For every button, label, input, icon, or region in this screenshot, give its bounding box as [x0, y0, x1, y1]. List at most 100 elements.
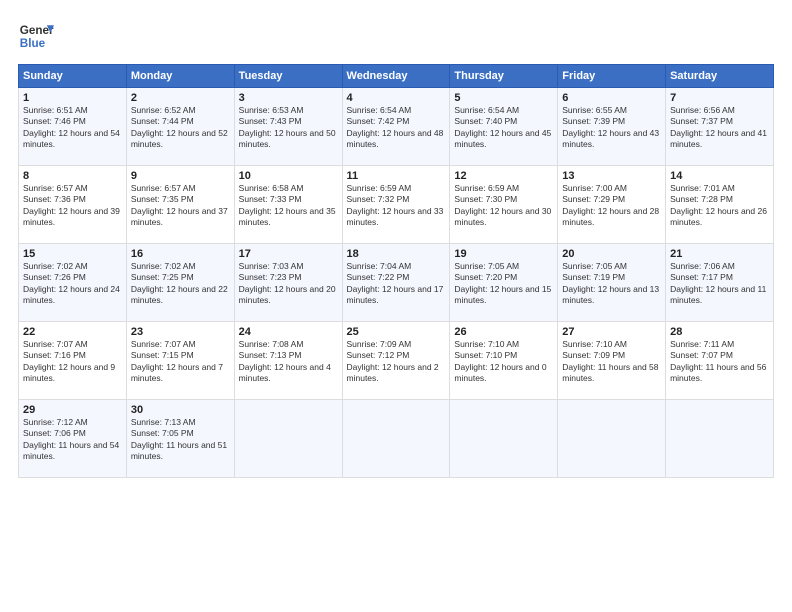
day-info: Sunrise: 7:04 AMSunset: 7:22 PMDaylight:… [347, 261, 446, 307]
calendar-cell: 13 Sunrise: 7:00 AMSunset: 7:29 PMDaylig… [558, 166, 666, 244]
day-info: Sunrise: 6:52 AMSunset: 7:44 PMDaylight:… [131, 105, 230, 151]
svg-text:Blue: Blue [20, 37, 46, 50]
day-info: Sunrise: 7:08 AMSunset: 7:13 PMDaylight:… [239, 339, 338, 385]
day-number: 10 [239, 170, 338, 182]
day-number: 30 [131, 404, 230, 416]
day-number: 22 [23, 326, 122, 338]
calendar-cell: 26 Sunrise: 7:10 AMSunset: 7:10 PMDaylig… [450, 322, 558, 400]
calendar-cell: 29 Sunrise: 7:12 AMSunset: 7:06 PMDaylig… [19, 400, 127, 478]
day-number: 27 [562, 326, 661, 338]
weekday-header-tuesday: Tuesday [234, 65, 342, 88]
day-info: Sunrise: 7:05 AMSunset: 7:20 PMDaylight:… [454, 261, 553, 307]
day-number: 14 [670, 170, 769, 182]
calendar-week-row: 29 Sunrise: 7:12 AMSunset: 7:06 PMDaylig… [19, 400, 774, 478]
calendar-cell: 21 Sunrise: 7:06 AMSunset: 7:17 PMDaylig… [666, 244, 774, 322]
day-number: 26 [454, 326, 553, 338]
day-info: Sunrise: 7:09 AMSunset: 7:12 PMDaylight:… [347, 339, 446, 385]
calendar-cell: 8 Sunrise: 6:57 AMSunset: 7:36 PMDayligh… [19, 166, 127, 244]
calendar-cell: 24 Sunrise: 7:08 AMSunset: 7:13 PMDaylig… [234, 322, 342, 400]
weekday-header-sunday: Sunday [19, 65, 127, 88]
day-number: 12 [454, 170, 553, 182]
day-number: 19 [454, 248, 553, 260]
day-number: 4 [347, 92, 446, 104]
calendar-cell: 25 Sunrise: 7:09 AMSunset: 7:12 PMDaylig… [342, 322, 450, 400]
calendar-cell: 3 Sunrise: 6:53 AMSunset: 7:43 PMDayligh… [234, 88, 342, 166]
day-info: Sunrise: 6:55 AMSunset: 7:39 PMDaylight:… [562, 105, 661, 151]
calendar-cell: 23 Sunrise: 7:07 AMSunset: 7:15 PMDaylig… [126, 322, 234, 400]
calendar-cell: 15 Sunrise: 7:02 AMSunset: 7:26 PMDaylig… [19, 244, 127, 322]
header: General Blue [18, 18, 774, 54]
calendar-cell [666, 400, 774, 478]
calendar-cell: 16 Sunrise: 7:02 AMSunset: 7:25 PMDaylig… [126, 244, 234, 322]
day-info: Sunrise: 7:10 AMSunset: 7:09 PMDaylight:… [562, 339, 661, 385]
weekday-header-monday: Monday [126, 65, 234, 88]
calendar-cell [558, 400, 666, 478]
calendar-week-row: 1 Sunrise: 6:51 AMSunset: 7:46 PMDayligh… [19, 88, 774, 166]
calendar-cell: 9 Sunrise: 6:57 AMSunset: 7:35 PMDayligh… [126, 166, 234, 244]
day-info: Sunrise: 7:06 AMSunset: 7:17 PMDaylight:… [670, 261, 769, 307]
calendar-cell: 10 Sunrise: 6:58 AMSunset: 7:33 PMDaylig… [234, 166, 342, 244]
weekday-header-saturday: Saturday [666, 65, 774, 88]
day-info: Sunrise: 7:07 AMSunset: 7:15 PMDaylight:… [131, 339, 230, 385]
calendar-cell [234, 400, 342, 478]
generalblue-logo-icon: General Blue [18, 18, 54, 54]
logo: General Blue [18, 18, 54, 54]
day-number: 6 [562, 92, 661, 104]
calendar-cell: 28 Sunrise: 7:11 AMSunset: 7:07 PMDaylig… [666, 322, 774, 400]
day-number: 8 [23, 170, 122, 182]
day-info: Sunrise: 6:57 AMSunset: 7:36 PMDaylight:… [23, 183, 122, 229]
calendar-cell: 22 Sunrise: 7:07 AMSunset: 7:16 PMDaylig… [19, 322, 127, 400]
day-info: Sunrise: 7:03 AMSunset: 7:23 PMDaylight:… [239, 261, 338, 307]
weekday-header-wednesday: Wednesday [342, 65, 450, 88]
day-number: 1 [23, 92, 122, 104]
day-number: 24 [239, 326, 338, 338]
day-number: 16 [131, 248, 230, 260]
calendar-cell: 19 Sunrise: 7:05 AMSunset: 7:20 PMDaylig… [450, 244, 558, 322]
calendar-cell: 1 Sunrise: 6:51 AMSunset: 7:46 PMDayligh… [19, 88, 127, 166]
calendar-week-row: 15 Sunrise: 7:02 AMSunset: 7:26 PMDaylig… [19, 244, 774, 322]
day-info: Sunrise: 6:54 AMSunset: 7:42 PMDaylight:… [347, 105, 446, 151]
day-number: 3 [239, 92, 338, 104]
day-info: Sunrise: 7:07 AMSunset: 7:16 PMDaylight:… [23, 339, 122, 385]
calendar-table: SundayMondayTuesdayWednesdayThursdayFrid… [18, 64, 774, 478]
day-number: 23 [131, 326, 230, 338]
calendar-cell: 4 Sunrise: 6:54 AMSunset: 7:42 PMDayligh… [342, 88, 450, 166]
day-info: Sunrise: 7:05 AMSunset: 7:19 PMDaylight:… [562, 261, 661, 307]
day-info: Sunrise: 6:59 AMSunset: 7:30 PMDaylight:… [454, 183, 553, 229]
calendar-week-row: 22 Sunrise: 7:07 AMSunset: 7:16 PMDaylig… [19, 322, 774, 400]
day-number: 9 [131, 170, 230, 182]
weekday-header-friday: Friday [558, 65, 666, 88]
calendar-cell: 11 Sunrise: 6:59 AMSunset: 7:32 PMDaylig… [342, 166, 450, 244]
calendar-cell: 2 Sunrise: 6:52 AMSunset: 7:44 PMDayligh… [126, 88, 234, 166]
day-info: Sunrise: 7:02 AMSunset: 7:25 PMDaylight:… [131, 261, 230, 307]
day-number: 21 [670, 248, 769, 260]
day-number: 20 [562, 248, 661, 260]
day-info: Sunrise: 7:13 AMSunset: 7:05 PMDaylight:… [131, 417, 230, 463]
day-number: 2 [131, 92, 230, 104]
calendar-cell: 18 Sunrise: 7:04 AMSunset: 7:22 PMDaylig… [342, 244, 450, 322]
day-info: Sunrise: 6:56 AMSunset: 7:37 PMDaylight:… [670, 105, 769, 151]
day-info: Sunrise: 7:00 AMSunset: 7:29 PMDaylight:… [562, 183, 661, 229]
calendar-cell: 5 Sunrise: 6:54 AMSunset: 7:40 PMDayligh… [450, 88, 558, 166]
day-info: Sunrise: 7:12 AMSunset: 7:06 PMDaylight:… [23, 417, 122, 463]
day-info: Sunrise: 6:53 AMSunset: 7:43 PMDaylight:… [239, 105, 338, 151]
day-number: 15 [23, 248, 122, 260]
day-info: Sunrise: 6:51 AMSunset: 7:46 PMDaylight:… [23, 105, 122, 151]
calendar-cell: 6 Sunrise: 6:55 AMSunset: 7:39 PMDayligh… [558, 88, 666, 166]
day-info: Sunrise: 6:57 AMSunset: 7:35 PMDaylight:… [131, 183, 230, 229]
weekday-header-row: SundayMondayTuesdayWednesdayThursdayFrid… [19, 65, 774, 88]
calendar-cell: 14 Sunrise: 7:01 AMSunset: 7:28 PMDaylig… [666, 166, 774, 244]
day-info: Sunrise: 6:58 AMSunset: 7:33 PMDaylight:… [239, 183, 338, 229]
calendar-cell: 17 Sunrise: 7:03 AMSunset: 7:23 PMDaylig… [234, 244, 342, 322]
day-info: Sunrise: 6:59 AMSunset: 7:32 PMDaylight:… [347, 183, 446, 229]
day-info: Sunrise: 7:10 AMSunset: 7:10 PMDaylight:… [454, 339, 553, 385]
calendar-cell: 30 Sunrise: 7:13 AMSunset: 7:05 PMDaylig… [126, 400, 234, 478]
calendar-cell: 12 Sunrise: 6:59 AMSunset: 7:30 PMDaylig… [450, 166, 558, 244]
calendar-cell [342, 400, 450, 478]
day-number: 13 [562, 170, 661, 182]
day-info: Sunrise: 7:02 AMSunset: 7:26 PMDaylight:… [23, 261, 122, 307]
day-number: 11 [347, 170, 446, 182]
day-info: Sunrise: 6:54 AMSunset: 7:40 PMDaylight:… [454, 105, 553, 151]
day-number: 25 [347, 326, 446, 338]
day-info: Sunrise: 7:01 AMSunset: 7:28 PMDaylight:… [670, 183, 769, 229]
